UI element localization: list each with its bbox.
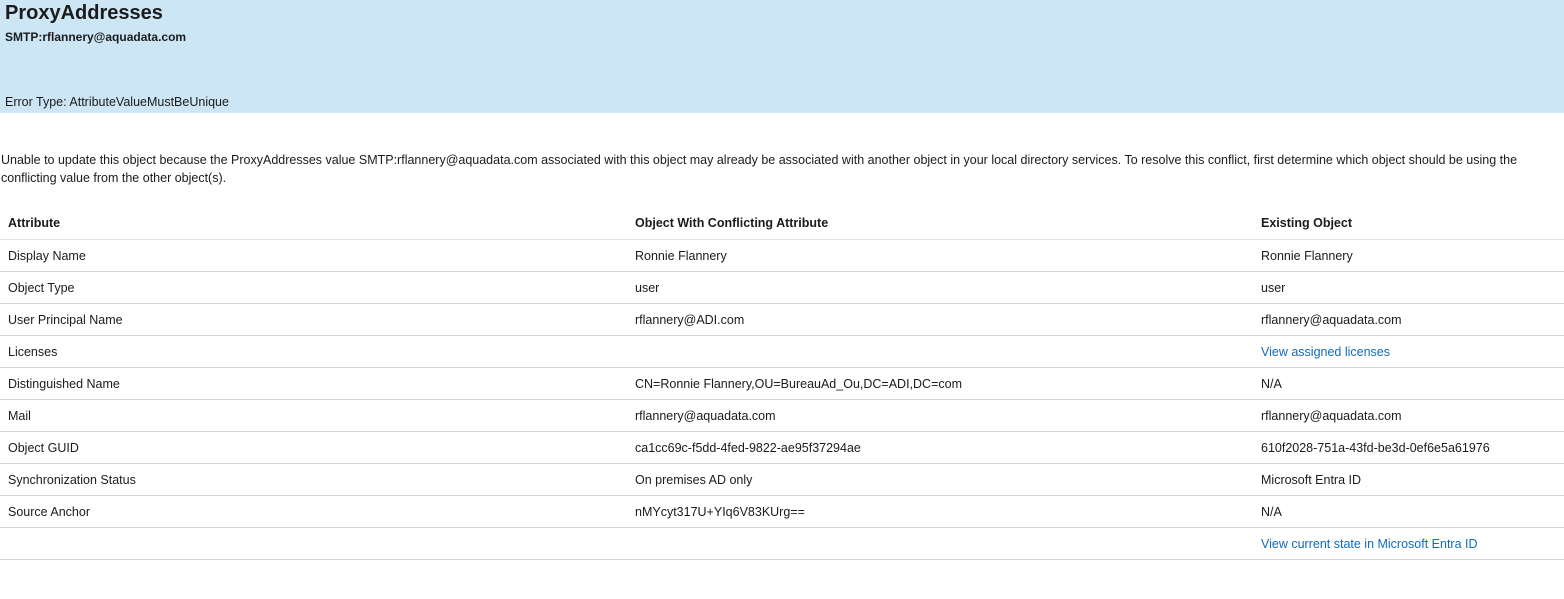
description-line-1: Unable to update this object because the… [1, 153, 1518, 167]
attribute-cell: Mail [0, 399, 627, 432]
attribute-cell: Display Name [0, 239, 627, 272]
view-current-state-link[interactable]: View current state in Microsoft Entra ID [1261, 537, 1478, 551]
attribute-cell: Object Type [0, 271, 627, 304]
attribute-cell: Licenses [0, 335, 627, 368]
existing-value-cell: Ronnie Flannery [1253, 239, 1564, 272]
table-row: Source Anchor nMYcyt317U+YIq6V83KUrg== N… [0, 495, 1564, 528]
column-header-existing-object: Existing Object [1253, 207, 1564, 240]
existing-value-cell: N/A [1253, 495, 1564, 528]
attribute-cell: User Principal Name [0, 303, 627, 336]
error-description: Unable to update this object because the… [1, 151, 1564, 187]
error-header-banner: ProxyAddresses SMTP:rflannery@aquadata.c… [0, 0, 1564, 113]
existing-value-cell: Microsoft Entra ID [1253, 463, 1564, 496]
table-row: Synchronization Status On premises AD on… [0, 463, 1564, 496]
existing-value-cell: user [1253, 271, 1564, 304]
conflicting-value-cell: nMYcyt317U+YIq6V83KUrg== [627, 495, 1253, 528]
existing-value-cell: View assigned licenses [1253, 335, 1564, 368]
conflicting-value-cell: ca1cc69c-f5dd-4fed-9822-ae95f37294ae [627, 431, 1253, 464]
conflicting-value-cell: CN=Ronnie Flannery,OU=BureauAd_Ou,DC=ADI… [627, 367, 1253, 400]
existing-value-cell: N/A [1253, 367, 1564, 400]
conflicting-value-cell: On premises AD only [627, 463, 1253, 496]
existing-value-cell: rflannery@aquadata.com [1253, 303, 1564, 336]
table-row: Licenses View assigned licenses [0, 335, 1564, 368]
attribute-value-subtitle: SMTP:rflannery@aquadata.com [5, 30, 187, 44]
table-row: Object GUID ca1cc69c-f5dd-4fed-9822-ae95… [0, 431, 1564, 464]
conflicting-value-cell: rflannery@aquadata.com [627, 399, 1253, 432]
conflicting-value-cell: user [627, 271, 1253, 304]
table-header-row: Attribute Object With Conflicting Attrib… [0, 207, 1564, 240]
table-row: View current state in Microsoft Entra ID [0, 527, 1564, 560]
table-row: Object Type user user [0, 271, 1564, 304]
table-row: Display Name Ronnie Flannery Ronnie Flan… [0, 239, 1564, 272]
description-line-2: conflicting value from the other object(… [1, 171, 227, 185]
table-row: User Principal Name rflannery@ADI.com rf… [0, 303, 1564, 336]
existing-value-cell: View current state in Microsoft Entra ID [1253, 527, 1564, 560]
view-assigned-licenses-link[interactable]: View assigned licenses [1261, 345, 1390, 359]
page-title: ProxyAddresses [5, 2, 163, 24]
attribute-cell: Synchronization Status [0, 463, 627, 496]
existing-value-cell: rflannery@aquadata.com [1253, 399, 1564, 432]
conflicting-value-cell [627, 335, 1253, 368]
error-type-label: Error Type: AttributeValueMustBeUnique [5, 95, 229, 109]
column-header-attribute: Attribute [0, 207, 627, 240]
existing-value-cell: 610f2028-751a-43fd-be3d-0ef6e5a61976 [1253, 431, 1564, 464]
attribute-cell: Source Anchor [0, 495, 627, 528]
conflicting-value-cell: Ronnie Flannery [627, 239, 1253, 272]
table-row: Mail rflannery@aquadata.com rflannery@aq… [0, 399, 1564, 432]
column-header-conflicting-object: Object With Conflicting Attribute [627, 207, 1253, 240]
conflict-attributes-table: Attribute Object With Conflicting Attrib… [0, 207, 1564, 560]
conflicting-value-cell: rflannery@ADI.com [627, 303, 1253, 336]
table-row: Distinguished Name CN=Ronnie Flannery,OU… [0, 367, 1564, 400]
attribute-cell [0, 527, 627, 560]
conflicting-value-cell [627, 527, 1253, 560]
attribute-cell: Distinguished Name [0, 367, 627, 400]
attribute-cell: Object GUID [0, 431, 627, 464]
